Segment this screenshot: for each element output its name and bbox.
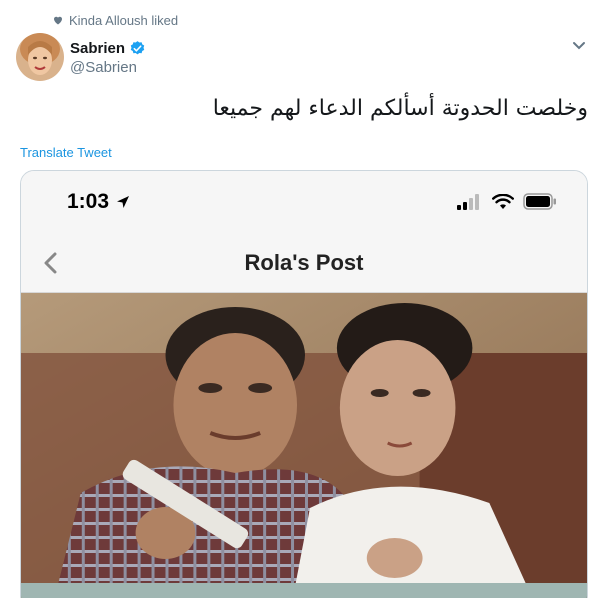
post-title: Rola's Post <box>244 250 364 275</box>
chevron-down-icon[interactable] <box>572 40 586 52</box>
translate-tweet-link[interactable]: Translate Tweet <box>20 145 112 160</box>
tweet-author[interactable]: Sabrien @Sabrien <box>70 39 146 76</box>
verified-badge-icon <box>130 41 145 55</box>
social-context: Kinda Alloush liked <box>52 12 178 28</box>
status-time: 1:03 <box>67 190 110 213</box>
heart-icon <box>54 16 62 25</box>
tweet-media-image[interactable]: 1:03 Rola's Post <box>20 170 588 598</box>
phone-nav-bar: Rola's Post <box>21 233 587 293</box>
location-arrow-icon <box>117 196 130 208</box>
signal-icon <box>457 193 479 210</box>
tweet-text: وخلصت الحدوتة أسألكم الدعاء لهم جميعا <box>212 96 588 121</box>
author-name[interactable]: Sabrien <box>70 40 125 57</box>
phone-status-bar: 1:03 <box>21 171 587 233</box>
wifi-icon <box>492 193 514 209</box>
author-handle[interactable]: @Sabrien <box>70 59 146 76</box>
liked-text[interactable]: Kinda Alloush liked <box>69 13 178 28</box>
avatar[interactable] <box>16 33 64 81</box>
battery-icon <box>523 193 556 210</box>
post-photo[interactable] <box>21 293 587 598</box>
